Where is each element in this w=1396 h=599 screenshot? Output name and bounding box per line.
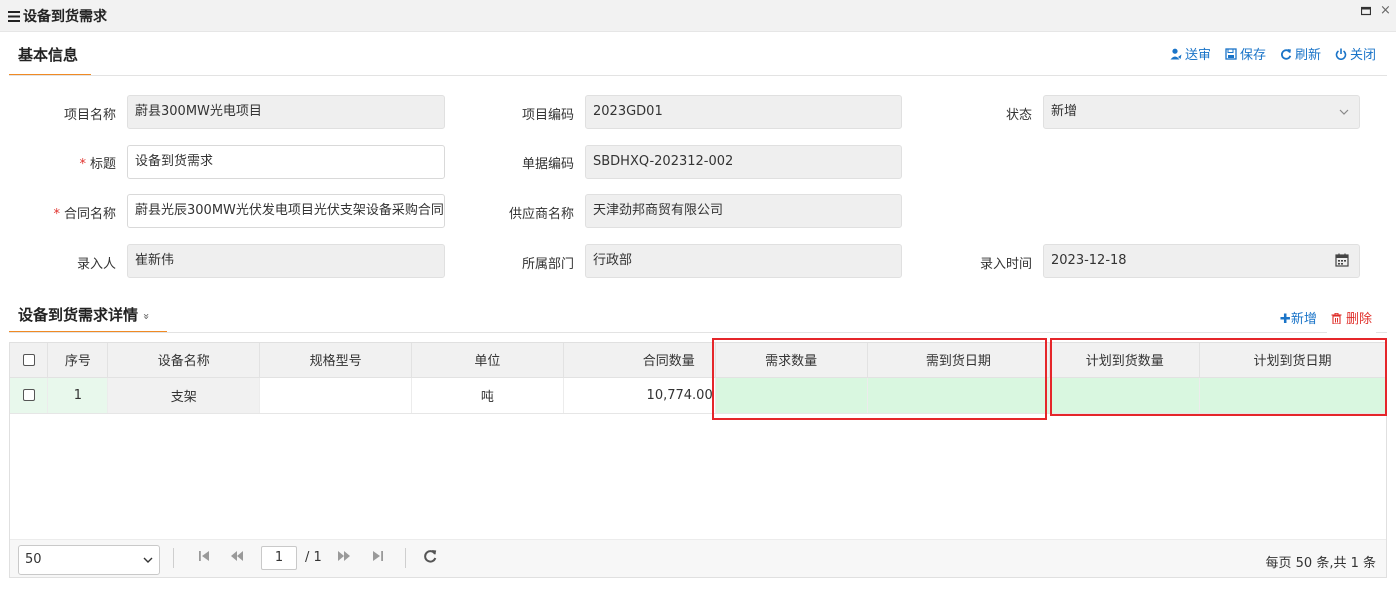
- column-header-index[interactable]: 序号: [47, 343, 109, 378]
- column-header-demand-qty[interactable]: 需求数量: [715, 343, 868, 378]
- reload-icon[interactable]: [423, 549, 437, 567]
- cell-demand-date[interactable]: [867, 377, 1051, 414]
- pagination-info: 每页 50 条,共 1 条: [1265, 556, 1376, 571]
- detail-table: 序号 设备名称 规格型号 单位 合同数量 需求数量 需到货日期 计划到货数量 计…: [10, 343, 1386, 414]
- floppy-icon: [1225, 47, 1237, 60]
- cell-plan-date[interactable]: [1199, 377, 1386, 414]
- checkbox-icon[interactable]: [22, 389, 35, 401]
- cell-unit[interactable]: 吨: [411, 377, 564, 414]
- entered-by-field[interactable]: 崔新伟: [127, 244, 445, 278]
- prev-page-icon[interactable]: [230, 550, 244, 566]
- column-header-spec[interactable]: 规格型号: [259, 343, 413, 378]
- divider: [9, 332, 1387, 333]
- checkbox-icon[interactable]: [22, 353, 35, 366]
- table-row[interactable]: 1 支架 吨 10,774.00: [10, 377, 1386, 414]
- supplier-label: 供应商名称: [508, 207, 574, 222]
- pagination-bar: 50 1 / 1 每页 50 条,共 1 条: [10, 539, 1386, 577]
- dept-field[interactable]: 行政部: [585, 244, 902, 278]
- close-label: 关闭: [1349, 48, 1376, 63]
- detail-toolbar: ✚新增 删除: [1276, 302, 1376, 333]
- contract-field[interactable]: 蔚县光辰300MW光伏发电项目光伏支架设备采购合同: [127, 194, 445, 228]
- contract-label: * 合同名称: [53, 207, 116, 222]
- cell-contract-qty[interactable]: 10,774.00: [563, 377, 716, 414]
- column-header-plan-date[interactable]: 计划到货日期: [1199, 343, 1386, 378]
- refresh-button[interactable]: 刷新: [1280, 44, 1321, 63]
- cell-equipment-name[interactable]: 支架: [107, 377, 261, 414]
- cell-spec[interactable]: [259, 377, 413, 414]
- dept-label: 所属部门: [521, 257, 574, 272]
- column-header-contract-qty[interactable]: 合同数量: [563, 343, 716, 378]
- project-code-label: 项目编码: [521, 108, 574, 123]
- maximize-icon[interactable]: [1360, 5, 1372, 19]
- divider: [405, 548, 406, 568]
- first-page-icon[interactable]: [198, 550, 210, 566]
- row-checkbox[interactable]: [10, 377, 49, 414]
- calendar-icon[interactable]: [1335, 245, 1349, 277]
- basic-info-header: 基本信息: [8, 44, 88, 74]
- entered-time-field[interactable]: 2023-12-18: [1043, 244, 1360, 278]
- detail-grid: 序号 设备名称 规格型号 单位 合同数量 需求数量 需到货日期 计划到货数量 计…: [9, 342, 1387, 578]
- column-header-unit[interactable]: 单位: [411, 343, 564, 378]
- expand-icon[interactable]: »: [140, 313, 153, 320]
- entered-time-label: 录入时间: [979, 257, 1032, 272]
- save-label: 保存: [1239, 48, 1266, 63]
- basic-info-title[interactable]: 基本信息: [8, 44, 88, 65]
- divider: [9, 75, 1387, 76]
- total-pages: / 1: [305, 550, 322, 565]
- column-header-plan-qty[interactable]: 计划到货数量: [1049, 343, 1201, 378]
- project-name-label: 项目名称: [63, 108, 116, 123]
- project-name-field[interactable]: 蔚县300MW光电项目: [127, 95, 445, 129]
- page-size-select[interactable]: 50: [18, 545, 160, 575]
- window-title: 设备到货需求: [8, 6, 107, 26]
- next-page-icon[interactable]: [337, 550, 351, 566]
- column-header-demand-date[interactable]: 需到货日期: [867, 343, 1051, 378]
- required-mark: *: [79, 157, 86, 172]
- submit-review-button[interactable]: 送审: [1170, 44, 1211, 63]
- entered-by-label: 录入人: [76, 257, 116, 272]
- chevron-down-icon: [1339, 96, 1349, 128]
- cell-demand-qty[interactable]: [715, 377, 868, 414]
- close-button[interactable]: 关闭: [1335, 44, 1376, 63]
- status-label: 状态: [1005, 108, 1032, 123]
- supplier-field[interactable]: 天津劲邦商贸有限公司: [585, 194, 902, 228]
- divider: [173, 548, 174, 568]
- hamburger-icon[interactable]: [8, 10, 20, 26]
- cell-plan-qty[interactable]: [1049, 377, 1201, 414]
- doc-code-label: 单据编码: [521, 157, 574, 172]
- column-header-equipment-name[interactable]: 设备名称: [107, 343, 261, 378]
- close-window-icon[interactable]: ×: [1380, 3, 1391, 18]
- power-icon: [1335, 48, 1347, 60]
- title-label: * 标题: [79, 157, 116, 172]
- form-toolbar: 送审 保存 刷新 关闭: [1170, 44, 1376, 63]
- delete-row-button[interactable]: 删除: [1326, 302, 1376, 333]
- plus-icon: ✚: [1279, 312, 1291, 327]
- submit-review-label: 送审: [1184, 48, 1211, 63]
- add-row-button[interactable]: ✚新增: [1276, 302, 1321, 333]
- trash-icon: [1331, 312, 1346, 327]
- select-all-checkbox[interactable]: [10, 343, 49, 378]
- save-button[interactable]: 保存: [1225, 44, 1266, 63]
- project-code-field[interactable]: 2023GD01: [585, 95, 902, 129]
- table-header-row: 序号 设备名称 规格型号 单位 合同数量 需求数量 需到货日期 计划到货数量 计…: [10, 343, 1386, 378]
- user-send-icon: [1170, 48, 1182, 59]
- detail-title[interactable]: 设备到货需求详情 »: [8, 304, 160, 325]
- chevron-down-icon: [143, 546, 153, 585]
- last-page-icon[interactable]: [372, 550, 384, 566]
- detail-header: 设备到货需求详情 »: [8, 304, 160, 334]
- refresh-label: 刷新: [1294, 48, 1321, 63]
- required-mark: *: [53, 207, 60, 222]
- doc-code-field[interactable]: SBDHXQ-202312-002: [585, 145, 902, 179]
- page-number-input[interactable]: 1: [261, 546, 297, 570]
- window-titlebar: 设备到货需求 ×: [0, 0, 1396, 32]
- title-input[interactable]: 设备到货需求: [127, 145, 445, 179]
- status-select[interactable]: 新增: [1043, 95, 1360, 129]
- refresh-icon: [1280, 48, 1292, 60]
- cell-index: 1: [47, 377, 109, 414]
